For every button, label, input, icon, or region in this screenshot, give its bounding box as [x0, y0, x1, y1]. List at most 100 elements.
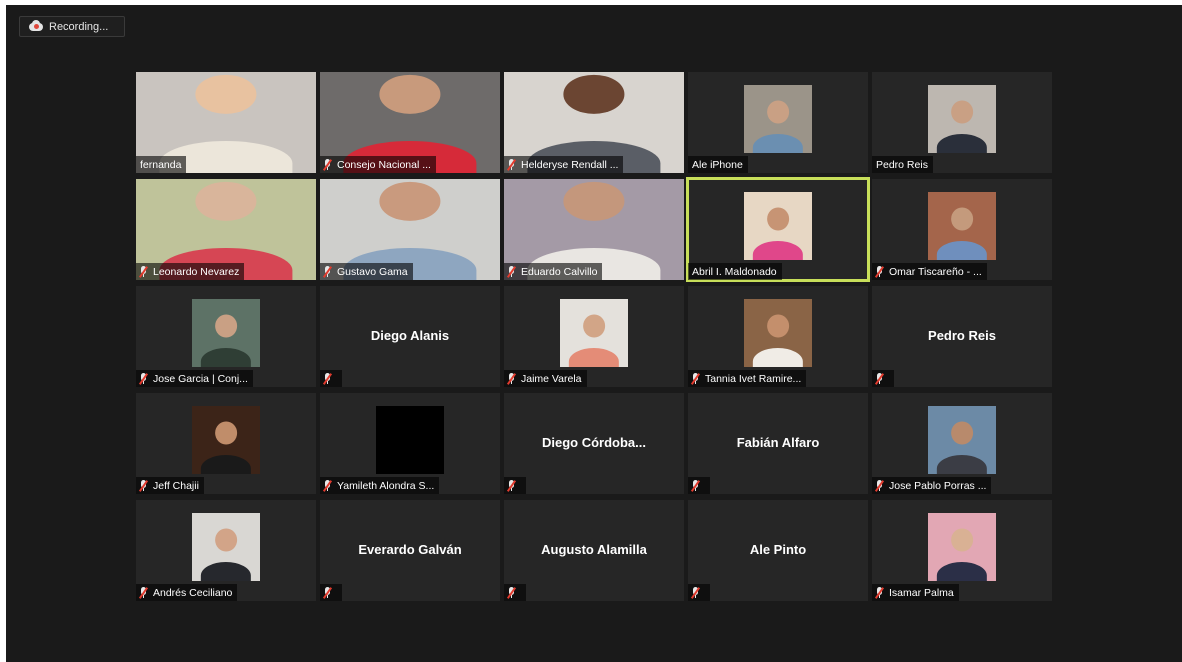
participant-tile-diego-c-rdoba[interactable]: Diego Córdoba...	[504, 393, 684, 494]
participant-video	[192, 513, 260, 581]
participant-video-off	[376, 406, 444, 474]
participant-tile-isamar-palma[interactable]: Isamar Palma	[872, 500, 1052, 601]
participant-name-label: Jose Garcia | Conj...	[136, 370, 253, 387]
participant-name: Abril I. Maldonado	[692, 265, 777, 278]
participant-name-label: Helderyse Rendall ...	[504, 156, 624, 173]
recording-indicator[interactable]: Recording...	[19, 16, 125, 37]
participant-tile-ale-pinto[interactable]: Ale Pinto	[688, 500, 868, 601]
gallery-view: fernanda Consejo Nacional ... Helderyse Re…	[136, 72, 1052, 601]
muted-mic-icon	[874, 265, 885, 278]
participant-tile-tannia-ivet-ramire[interactable]: Tannia Ivet Ramire...	[688, 286, 868, 387]
participant-tile-jose-garcia-conj[interactable]: Jose Garcia | Conj...	[136, 286, 316, 387]
participant-name-label: Gustavo Gama	[320, 263, 413, 280]
participant-tile-omar-tiscare-o[interactable]: Omar Tiscareño - ...	[872, 179, 1052, 280]
participant-name-label: Ale iPhone	[688, 156, 748, 173]
participant-body	[936, 561, 988, 581]
participant-display-name: Diego Alanis	[370, 328, 450, 343]
participant-tile-fabi-n-alfaro[interactable]: Fabián Alfaro	[688, 393, 868, 494]
participant-name: Jaime Varela	[521, 372, 582, 385]
muted-mic-icon	[138, 586, 149, 599]
participant-body	[936, 240, 988, 260]
participant-name-label: Pedro Reis	[872, 156, 933, 173]
participant-name: Isamar Palma	[889, 586, 954, 599]
participant-video	[744, 299, 812, 367]
participant-tile-leonardo-nevarez[interactable]: Leonardo Nevarez	[136, 179, 316, 280]
participant-name: Ale iPhone	[692, 158, 743, 171]
participant-video	[192, 406, 260, 474]
participant-face	[195, 75, 257, 114]
participant-name-label: Eduardo Calvillo	[504, 263, 603, 280]
participant-face	[563, 75, 625, 114]
participant-name-label	[320, 584, 342, 601]
participant-tile-gustavo-gama[interactable]: Gustavo Gama	[320, 179, 500, 280]
participant-display-name: Pedro Reis	[928, 328, 996, 343]
participant-body	[568, 347, 620, 367]
participant-tile-eduardo-calvillo[interactable]: Eduardo Calvillo	[504, 179, 684, 280]
participant-name-label: Jose Pablo Porras ...	[872, 477, 992, 494]
muted-mic-icon	[322, 372, 333, 385]
participant-name-label	[320, 370, 342, 387]
participant-face	[215, 314, 237, 338]
participant-tile-jose-pablo-porras[interactable]: Jose Pablo Porras ...	[872, 393, 1052, 494]
participant-video	[928, 192, 996, 260]
participant-name: Tannia Ivet Ramire...	[705, 372, 802, 385]
participant-tile-everardo-galv-n[interactable]: Everardo Galván	[320, 500, 500, 601]
muted-mic-icon	[690, 372, 701, 385]
participant-face	[951, 421, 973, 445]
muted-mic-icon	[506, 158, 517, 171]
participant-face	[767, 207, 789, 231]
participant-name: Helderyse Rendall ...	[521, 158, 619, 171]
cloud-record-icon	[29, 20, 43, 32]
participant-video	[928, 85, 996, 153]
participant-name-label	[688, 477, 710, 494]
participant-name: Andrés Ceciliano	[153, 586, 233, 599]
participant-name-label	[504, 477, 526, 494]
participant-name-label: Jeff Chajii	[136, 477, 204, 494]
participant-tile-augusto-alamilla[interactable]: Augusto Alamilla	[504, 500, 684, 601]
participant-tile-jeff-chajii[interactable]: Jeff Chajii	[136, 393, 316, 494]
participant-body	[200, 347, 252, 367]
participant-name: Leonardo Nevarez	[153, 265, 240, 278]
muted-mic-icon	[874, 479, 885, 492]
muted-mic-icon	[690, 479, 701, 492]
muted-mic-icon	[138, 265, 149, 278]
participant-name: Jose Garcia | Conj...	[153, 372, 248, 385]
participant-face	[951, 100, 973, 124]
participant-face	[215, 528, 237, 552]
muted-mic-icon	[690, 586, 701, 599]
participant-tile-diego-alanis[interactable]: Diego Alanis	[320, 286, 500, 387]
participant-tile-pedro-reis[interactable]: Pedro Reis	[872, 72, 1052, 173]
participant-name-label	[872, 370, 894, 387]
participant-name: fernanda	[140, 158, 182, 171]
participant-tile-fernanda[interactable]: fernanda	[136, 72, 316, 173]
muted-mic-icon	[322, 158, 333, 171]
participant-body	[200, 454, 252, 474]
muted-mic-icon	[506, 265, 517, 278]
participant-tile-helderyse-rendall[interactable]: Helderyse Rendall ...	[504, 72, 684, 173]
participant-tile-jaime-varela[interactable]: Jaime Varela	[504, 286, 684, 387]
participant-name: Omar Tiscareño - ...	[889, 265, 982, 278]
muted-mic-icon	[506, 586, 517, 599]
participant-tile-andr-s-ceciliano[interactable]: Andrés Ceciliano	[136, 500, 316, 601]
participant-name-label: Consejo Nacional ...	[320, 156, 436, 173]
participant-name-label: Leonardo Nevarez	[136, 263, 245, 280]
muted-mic-icon	[138, 479, 149, 492]
participant-name-label	[504, 584, 526, 601]
participant-display-name: Augusto Alamilla	[541, 542, 647, 557]
participant-face	[583, 314, 605, 338]
participant-tile-consejo-nacional[interactable]: Consejo Nacional ...	[320, 72, 500, 173]
participant-name-label: Jaime Varela	[504, 370, 587, 387]
participant-tile-ale-iphone[interactable]: Ale iPhone	[688, 72, 868, 173]
muted-mic-icon	[874, 372, 885, 385]
participant-tile-yamileth-alondra-s[interactable]: Yamileth Alondra S...	[320, 393, 500, 494]
participant-display-name: Everardo Galván	[358, 542, 462, 557]
participant-tile-pedro-reis[interactable]: Pedro Reis	[872, 286, 1052, 387]
participant-name-label: Tannia Ivet Ramire...	[688, 370, 807, 387]
participant-face	[563, 182, 625, 221]
participant-tile-abril-i-maldonado[interactable]: Abril I. Maldonado	[686, 177, 870, 282]
participant-name-label: Yamileth Alondra S...	[320, 477, 440, 494]
participant-body	[936, 454, 988, 474]
participant-display-name: Fabián Alfaro	[736, 435, 820, 450]
participant-name: Consejo Nacional ...	[337, 158, 431, 171]
participant-face	[195, 182, 257, 221]
